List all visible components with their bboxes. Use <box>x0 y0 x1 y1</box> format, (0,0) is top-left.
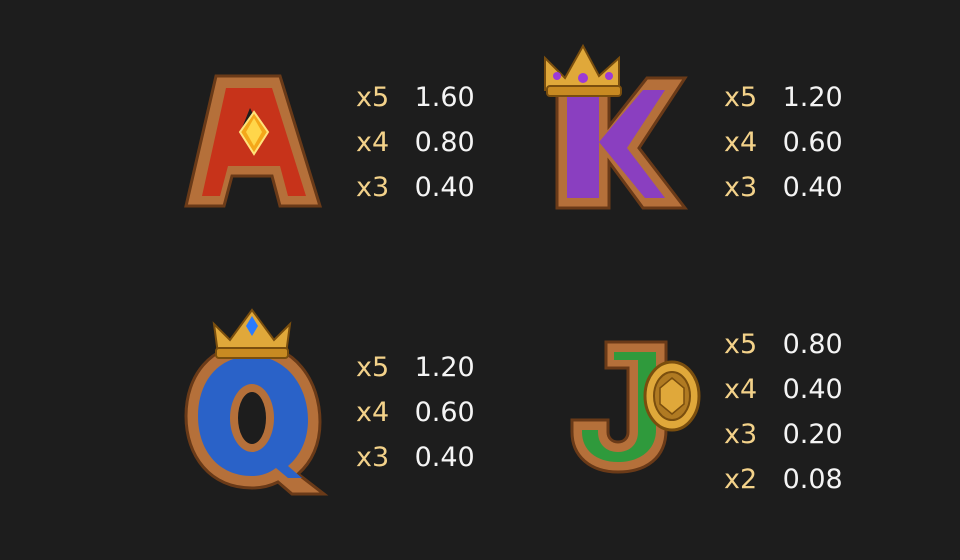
payout-value: 0.40 <box>414 442 475 473</box>
pay-row: x3 0.40 <box>724 165 843 210</box>
pay-row: x3 0.40 <box>356 165 475 210</box>
pay-row: x5 1.20 <box>356 345 475 390</box>
payout-value: 0.08 <box>782 464 843 495</box>
payout-value: 1.60 <box>414 82 475 113</box>
payout-value: 0.20 <box>782 419 843 450</box>
pay-row: x2 0.08 <box>724 457 843 502</box>
symbol-k <box>535 38 695 216</box>
pay-row: x4 0.60 <box>724 120 843 165</box>
multiplier-label: x3 <box>724 419 758 450</box>
pay-row: x5 0.80 <box>724 322 843 367</box>
multiplier-label: x3 <box>356 442 390 473</box>
pay-row: x5 1.60 <box>356 75 475 120</box>
multiplier-label: x4 <box>724 374 758 405</box>
multiplier-label: x5 <box>724 329 758 360</box>
paytable-j: x5 0.80 x4 0.40 x3 0.20 x2 0.08 <box>724 322 843 502</box>
multiplier-label: x5 <box>356 352 390 383</box>
letter-k-with-crown-icon <box>544 43 689 210</box>
letter-q-with-crown-icon <box>184 308 329 496</box>
pay-row: x3 0.20 <box>724 412 843 457</box>
payout-value: 0.80 <box>782 329 843 360</box>
multiplier-label: x4 <box>356 127 390 158</box>
pay-row: x4 0.80 <box>356 120 475 165</box>
payout-value: 0.40 <box>782 172 843 203</box>
payout-value: 0.40 <box>414 172 475 203</box>
paytable-k: x5 1.20 x4 0.60 x3 0.40 <box>724 75 843 210</box>
pay-row: x4 0.40 <box>724 367 843 412</box>
pay-row: x3 0.40 <box>356 435 475 480</box>
payout-value: 1.20 <box>782 82 843 113</box>
multiplier-label: x5 <box>724 82 758 113</box>
symbol-j <box>570 338 705 478</box>
pay-row: x5 1.20 <box>724 75 843 120</box>
paytable-q: x5 1.20 x4 0.60 x3 0.40 <box>356 345 475 480</box>
paytable-a: x5 1.60 x4 0.80 x3 0.40 <box>356 75 475 210</box>
letter-j-with-shield-icon <box>570 340 701 474</box>
multiplier-label: x4 <box>724 127 758 158</box>
multiplier-label: x3 <box>356 172 390 203</box>
payout-value: 0.60 <box>414 397 475 428</box>
multiplier-label: x5 <box>356 82 390 113</box>
letter-a-with-gem-icon <box>184 74 323 208</box>
payout-value: 0.80 <box>414 127 475 158</box>
pay-row: x4 0.60 <box>356 390 475 435</box>
payout-value: 0.40 <box>782 374 843 405</box>
multiplier-label: x4 <box>356 397 390 428</box>
multiplier-label: x2 <box>724 464 758 495</box>
payout-value: 1.20 <box>414 352 475 383</box>
payout-value: 0.60 <box>782 127 843 158</box>
multiplier-label: x3 <box>724 172 758 203</box>
symbol-a <box>182 68 327 218</box>
symbol-q <box>182 308 332 500</box>
